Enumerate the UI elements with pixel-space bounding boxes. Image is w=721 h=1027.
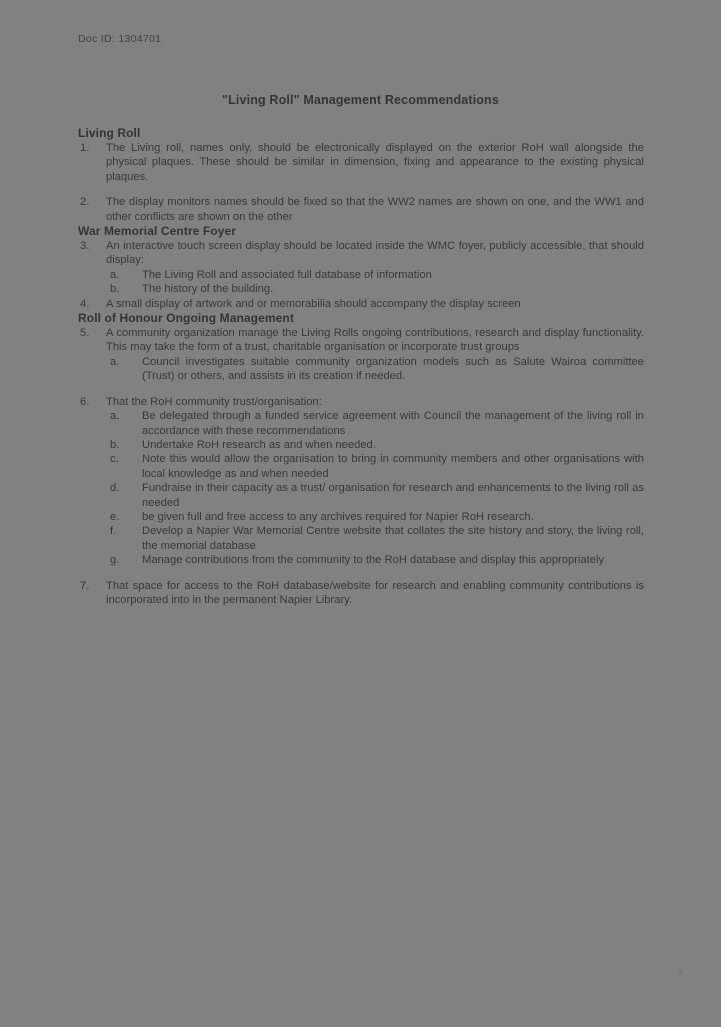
sub-list-item-text: Manage contributions from the community … [142,554,605,567]
sub-list-marker: g. [110,554,120,567]
sub-list-item: e. be given full and free access to any … [106,510,644,524]
sub-list-item: a. Be delegated through a funded service… [106,409,644,438]
document-page: Doc ID: 1304701 "Living Roll" Management… [0,0,721,1027]
sub-list-marker: a. [110,410,120,423]
section-heading-living-roll: Living Roll [78,126,141,140]
sub-list-marker: b. [110,283,120,296]
list-item: 5. A community organization manage the L… [78,326,644,384]
sublist: a. Be delegated through a funded service… [106,409,644,567]
sub-list-marker: c. [110,453,119,466]
list-roh-management: 5. A community organization manage the L… [78,326,644,607]
list-item-text: That the RoH community trust/organisatio… [106,395,322,408]
page-title: "Living Roll" Management Recommendations [222,93,499,107]
sub-list-item-text: The Living Roll and associated full data… [142,268,432,281]
list-item: 7. That space for access to the RoH data… [78,579,644,608]
list-living-roll: 1. The Living roll, names only, should b… [78,141,644,224]
sub-list-marker: d. [110,482,120,495]
sub-list-item: c. Note this would allow the organisatio… [106,452,644,481]
list-item: 1. The Living roll, names only, should b… [78,141,644,184]
list-item: 3. An interactive touch screen display s… [78,239,644,297]
sub-list-item: g. Manage contributions from the communi… [106,553,644,567]
sub-list-item: b. Undertake RoH research as and when ne… [106,438,644,452]
page-number: 8 [678,968,684,978]
section-heading-roh-management: Roll of Honour Ongoing Management [78,311,294,326]
sub-list-item-text: Be delegated through a funded service ag… [142,410,644,437]
sub-list-item-text: Council investigates suitable community … [142,355,644,383]
list-item: 4. A small display of artwork and or mem… [78,297,644,311]
sub-list-marker: a. [110,355,120,368]
list-item-text: The display monitors names should be fix… [106,196,644,223]
list-marker: 2. [80,196,90,209]
sublist: a. Council investigates suitable communi… [106,355,644,384]
list-marker: 4. [80,297,90,310]
list-marker: 1. [80,142,90,154]
sub-list-item: b. The history of the building. [106,282,644,296]
sub-list-item: a. The Living Roll and associated full d… [106,268,644,282]
list-item-text: A community organization manage the Livi… [106,327,644,354]
sub-list-item-text: Undertake RoH research as and when neede… [142,438,376,451]
sub-list-marker: f. [110,525,117,538]
list-item: 2. The display monitors names should be … [78,195,644,224]
sub-list-item-text: The history of the building. [142,283,274,296]
list-item-text: That space for access to the RoH databas… [106,579,644,606]
sub-list-item: d. Fundraise in their capacity as a trus… [106,481,644,510]
section-heading-wmc-foyer: War Memorial Centre Foyer [78,224,237,239]
sub-list-item-text: Note this would allow the organisation t… [142,453,644,480]
sub-list-marker: a. [110,268,120,281]
document-body: Living Roll 1. The Living roll, names on… [78,126,644,607]
list-item: 6. That the RoH community trust/organisa… [78,395,644,568]
sub-list-item-text: be given full and free access to any arc… [142,510,534,523]
sublist: a. The Living Roll and associated full d… [106,268,644,297]
sub-list-item: f. Develop a Napier War Memorial Centre … [106,524,644,553]
scanned-page-content: Doc ID: 1304701 "Living Roll" Management… [0,0,721,1027]
list-marker: 6. [80,395,90,408]
sub-list-item-text: Develop a Napier War Memorial Centre web… [142,525,644,552]
list-wmc-foyer: 3. An interactive touch screen display s… [78,239,644,311]
list-marker: 3. [80,240,90,253]
sub-list-item-text: Fundraise in their capacity as a trust/ … [142,482,644,509]
sub-list-marker: e. [110,510,120,523]
sub-list-item: a. Council investigates suitable communi… [106,355,644,384]
document-id: Doc ID: 1304701 [78,33,162,45]
list-marker: 5. [80,327,90,340]
list-item-text: A small display of artwork and or memora… [106,297,521,310]
list-marker: 7. [80,579,90,592]
sub-list-marker: b. [110,438,120,451]
list-item-text: An interactive touch screen display shou… [106,240,644,267]
list-item-text: The Living roll, names only, should be e… [106,142,644,183]
